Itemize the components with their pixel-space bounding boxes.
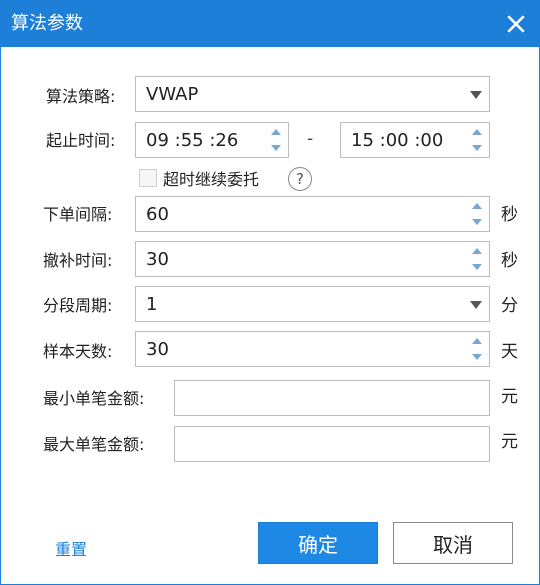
reset-link[interactable]: 重置 — [55, 540, 87, 560]
end-time-down-button[interactable] — [466, 140, 488, 156]
time-range-label: 起止时间: — [46, 131, 116, 150]
end-time-spinner — [466, 124, 488, 156]
cancel-replenish-input[interactable]: 30 — [135, 241, 490, 277]
chevron-down-icon — [470, 91, 482, 99]
segment-period-label: 分段周期: — [43, 296, 113, 315]
algorithm-label: 算法策略: — [46, 87, 116, 106]
algorithm-params-dialog: 算法参数 算法策略: VWAP 起止时间: 09 :55 :26 - 15 :0… — [0, 0, 540, 585]
min-amount-label: 最小单笔金额: — [43, 389, 145, 408]
segment-period-value: 1 — [146, 294, 158, 315]
confirm-button[interactable]: 确定 — [258, 522, 378, 564]
cancel-replenish-unit: 秒 — [501, 251, 518, 271]
start-time-spinner — [265, 124, 287, 156]
end-time-value: 15 :00 :00 — [351, 130, 444, 151]
start-time-input[interactable]: 09 :55 :26 — [135, 122, 289, 158]
start-time-value: 09 :55 :26 — [146, 130, 239, 151]
min-amount-input[interactable] — [174, 380, 490, 416]
sample-days-up-button[interactable] — [466, 333, 488, 349]
cancel-replenish-spinner — [466, 243, 488, 275]
sample-days-down-button[interactable] — [466, 349, 488, 365]
max-amount-input[interactable] — [174, 426, 490, 462]
order-interval-spinner — [466, 198, 488, 230]
order-interval-up-button[interactable] — [466, 198, 488, 214]
end-time-up-button[interactable] — [466, 124, 488, 140]
chevron-down-icon — [470, 301, 482, 309]
timeout-continue-checkbox[interactable] — [139, 169, 157, 187]
order-interval-unit: 秒 — [501, 205, 518, 225]
dialog-title: 算法参数 — [11, 13, 83, 34]
cancel-replenish-down-button[interactable] — [466, 259, 488, 275]
min-amount-unit: 元 — [501, 387, 518, 407]
sample-days-spinner — [466, 333, 488, 365]
start-time-down-button[interactable] — [265, 140, 287, 156]
start-time-up-button[interactable] — [265, 124, 287, 140]
segment-period-select[interactable]: 1 — [135, 286, 490, 322]
max-amount-label: 最大单笔金额: — [43, 435, 145, 454]
sample-days-value: 30 — [146, 339, 169, 360]
sample-days-unit: 天 — [501, 342, 518, 362]
order-interval-label: 下单间隔: — [43, 205, 113, 224]
cancel-replenish-value: 30 — [146, 249, 169, 270]
order-interval-value: 60 — [146, 204, 169, 225]
cancel-replenish-label: 撤补时间: — [43, 251, 113, 270]
time-range-separator: - — [307, 129, 314, 149]
cancel-button[interactable]: 取消 — [393, 522, 513, 564]
segment-period-unit: 分 — [501, 296, 518, 316]
max-amount-unit: 元 — [501, 432, 518, 452]
title-bar: 算法参数 — [1, 1, 539, 47]
cancel-replenish-up-button[interactable] — [466, 243, 488, 259]
sample-days-label: 样本天数: — [43, 342, 113, 361]
order-interval-input[interactable]: 60 — [135, 196, 490, 232]
help-icon[interactable]: ? — [288, 167, 312, 191]
order-interval-down-button[interactable] — [466, 214, 488, 230]
timeout-continue-label: 超时继续委托 — [163, 170, 260, 189]
close-icon[interactable] — [503, 11, 529, 37]
algorithm-value: VWAP — [146, 84, 199, 105]
sample-days-input[interactable]: 30 — [135, 331, 490, 367]
end-time-input[interactable]: 15 :00 :00 — [340, 122, 490, 158]
algorithm-select[interactable]: VWAP — [135, 76, 490, 112]
